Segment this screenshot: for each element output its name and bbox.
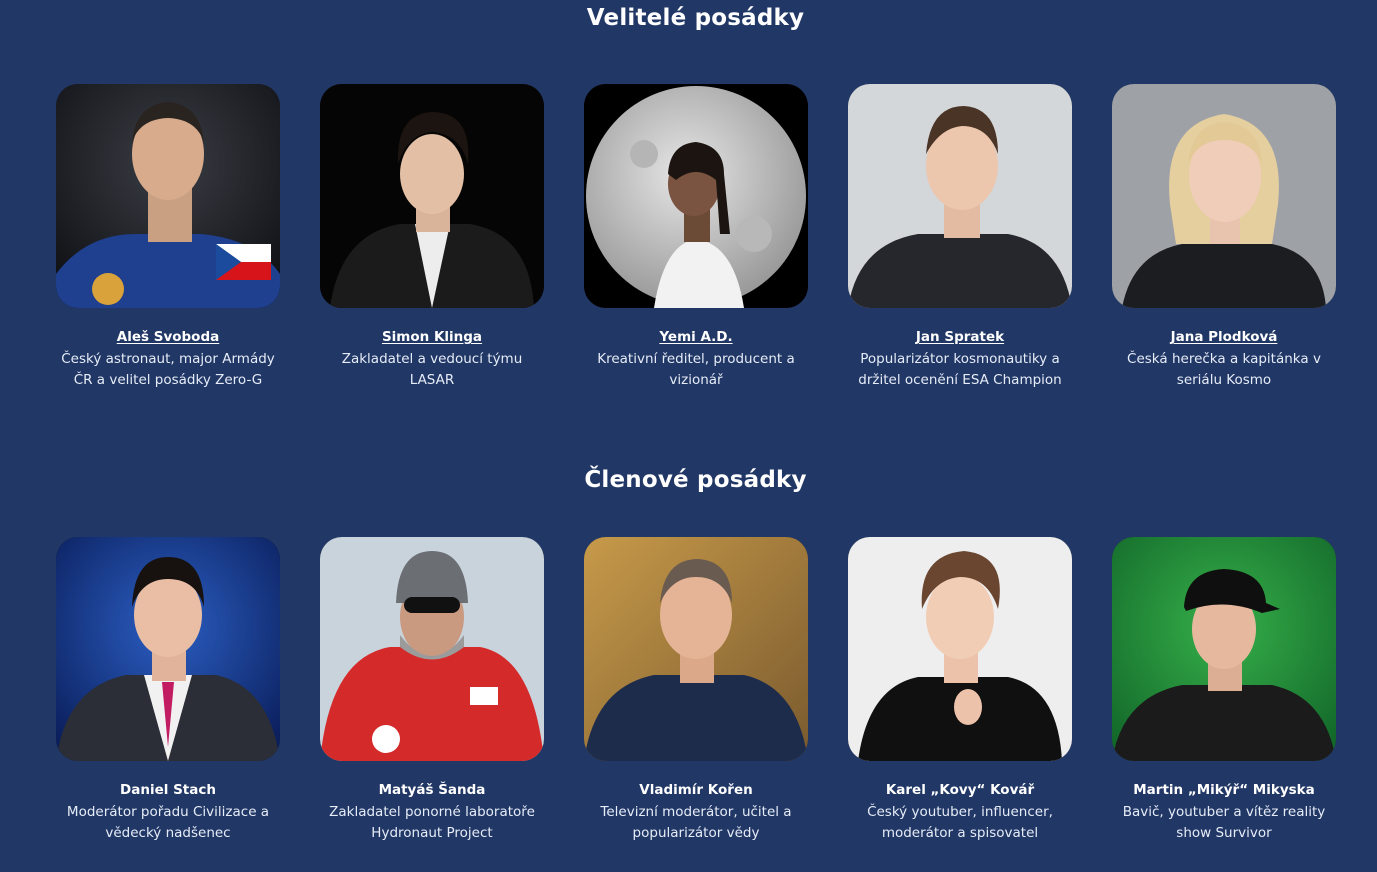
crew-description: Moderátor pořadu Civilizace a vědecký na…: [66, 804, 270, 841]
crew-description: Český astronaut, major Armády ČR a velit…: [61, 351, 275, 388]
section-title-commanders: Velitelé posádky: [586, 5, 805, 31]
crew-card: Daniel Stach Moderátor pořadu Civilizace…: [56, 537, 280, 844]
crew-description: Bavič, youtuber a vítěz reality show Sur…: [1122, 804, 1326, 841]
crew-card: Martin „Mikýř“ Mikyska Bavič, youtuber a…: [1112, 537, 1336, 844]
crew-name-link[interactable]: Jana Plodková: [1171, 328, 1278, 346]
crew-name-link[interactable]: Jan Spratek: [916, 328, 1004, 346]
crew-description: Kreativní ředitel, producent a vizionář: [597, 351, 795, 388]
crew-card: Matyáš Šanda Zakladatel ponorné laborato…: [320, 537, 544, 844]
crew-name-link[interactable]: Simon Klinga: [382, 328, 482, 346]
crew-card: Aleš Svoboda Český astronaut, major Armá…: [56, 84, 280, 391]
crew-description: Zakladatel a vedoucí týmu LASAR: [341, 351, 523, 388]
crew-name-link[interactable]: Aleš Svoboda: [117, 328, 219, 346]
crew-description: Česká herečka a kapitánka v seriálu Kosm…: [1127, 351, 1321, 388]
crew-card: Jan Spratek Popularizátor kosmonautiky a…: [848, 84, 1072, 391]
polar-explorer-portrait: [320, 537, 544, 761]
crew-description: Televizní moderátor, učitel a popularizá…: [600, 804, 792, 841]
crew-name: Daniel Stach: [120, 782, 216, 798]
crew-name-link[interactable]: Yemi A.D.: [659, 328, 732, 346]
man-moon-portrait: [584, 84, 808, 308]
woman-blonde-portrait: [1112, 84, 1336, 308]
crew-description: Český youtuber, influencer, moderátor a …: [867, 804, 1053, 841]
crew-card: Simon Klinga Zakladatel a vedoucí týmu L…: [320, 84, 544, 391]
crew-name: Martin „Mikýř“ Mikyska: [1133, 782, 1315, 798]
commanders-row: Aleš Svoboda Český astronaut, major Armá…: [56, 84, 1336, 391]
crew-card: Karel „Kovy“ Kovář Český youtuber, influ…: [848, 537, 1072, 844]
man-grey-portrait: [848, 84, 1072, 308]
smiling-man-autumn-portrait: [584, 537, 808, 761]
crew-name: Matyáš Šanda: [378, 782, 486, 798]
crew-description: Popularizátor kosmonautiky a držitel oce…: [858, 351, 1062, 388]
man-cap-green-portrait: [1112, 537, 1336, 761]
astronaut-portrait: [56, 84, 280, 308]
crew-card: Jana Plodková Česká herečka a kapitánka …: [1112, 84, 1336, 391]
crew-name: Vladimír Kořen: [639, 782, 753, 798]
crew-card: Vladimír Kořen Televizní moderátor, učit…: [584, 537, 808, 844]
crew-card: Yemi A.D. Kreativní ředitel, producent a…: [584, 84, 808, 391]
crew-description: Zakladatel ponorné laboratoře Hydronaut …: [329, 804, 535, 841]
members-row: Daniel Stach Moderátor pořadu Civilizace…: [56, 537, 1336, 844]
youtuber-portrait: [848, 537, 1072, 761]
section-title-members: Členové posádky: [584, 467, 807, 493]
young-man-portrait: [320, 84, 544, 308]
tv-host-portrait: [56, 537, 280, 761]
crew-name: Karel „Kovy“ Kovář: [885, 782, 1035, 798]
